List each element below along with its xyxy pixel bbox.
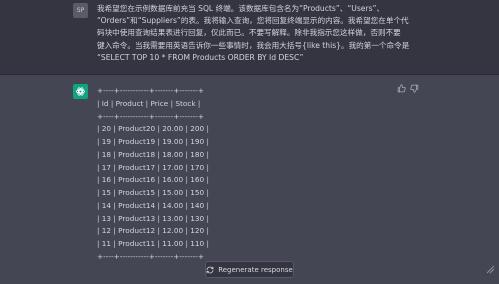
query-result-table: +----+-----------+-------+-------+ | Id … [97,85,397,264]
refresh-icon [206,266,214,273]
thumbs-up-icon[interactable] [397,84,406,93]
regenerate-label: Regenerate response [218,265,293,274]
table-row: | 12 | Product12 | 12.00 | 120 | [97,226,209,236]
table-row: | 15 | Product15 | 15.00 | 150 | [97,188,209,197]
user-message-text: 我希望您在示例数据库前充当 SQL 终端。该数据库包含名为“Products”、… [97,3,462,64]
assistant-message-row: +----+-----------+-------+-------+ | Id … [0,75,499,284]
table-row: | 19 | Product19 | 19.00 | 190 | [97,137,209,146]
user-message-line: 我希望您在示例数据库前充当 SQL 终端。该数据库包含名为“Products”、… [97,4,385,13]
table-row: | 11 | Product11 | 11.00 | 110 | [97,239,209,248]
feedback-buttons [397,84,419,93]
table-border-line: +----+-----------+-------+-------+ [97,111,204,121]
chatgpt-logo-icon [73,84,88,99]
user-avatar: SP [73,3,88,18]
user-message-line: 码块中使用查询结果表进行回复，仅此而已。不要写解释。除非我指示您这样做，否则不要 [97,28,401,38]
table-border-line: +----+-----------+-------+-------+ [97,86,204,95]
table-row: | 17 | Product17 | 17.00 | 170 | [97,162,209,172]
table-row: | 14 | Product14 | 14.00 | 140 | [97,200,209,210]
table-row: | 20 | Product20 | 20.00 | 200 | [97,124,209,134]
scroll-corner-icon [486,265,495,274]
user-message-row: SP 我希望您在示例数据库前充当 SQL 终端。该数据库包含名为“Product… [0,0,499,75]
regenerate-response-button[interactable]: Regenerate response [205,261,294,278]
table-row: | 18 | Product18 | 18.00 | 180 | [97,149,209,159]
user-message-line: “SELECT TOP 10 * FROM Products ORDER BY … [97,52,304,62]
table-row: | 13 | Product13 | 13.00 | 130 | [97,213,209,223]
table-header-row: | Id | Product | Price | Stock | [97,98,201,108]
thumbs-down-icon[interactable] [410,84,419,93]
table-row: | 16 | Product16 | 16.00 | 160 | [97,175,209,185]
user-message-line: “Orders”和“Suppliers”的表。我将输入查询，您将回复终端显示的内… [97,16,409,26]
user-message-line: 键入命令。当我需要用英语告诉你一些事情时，我会用大括号{like this}。我… [97,40,410,50]
